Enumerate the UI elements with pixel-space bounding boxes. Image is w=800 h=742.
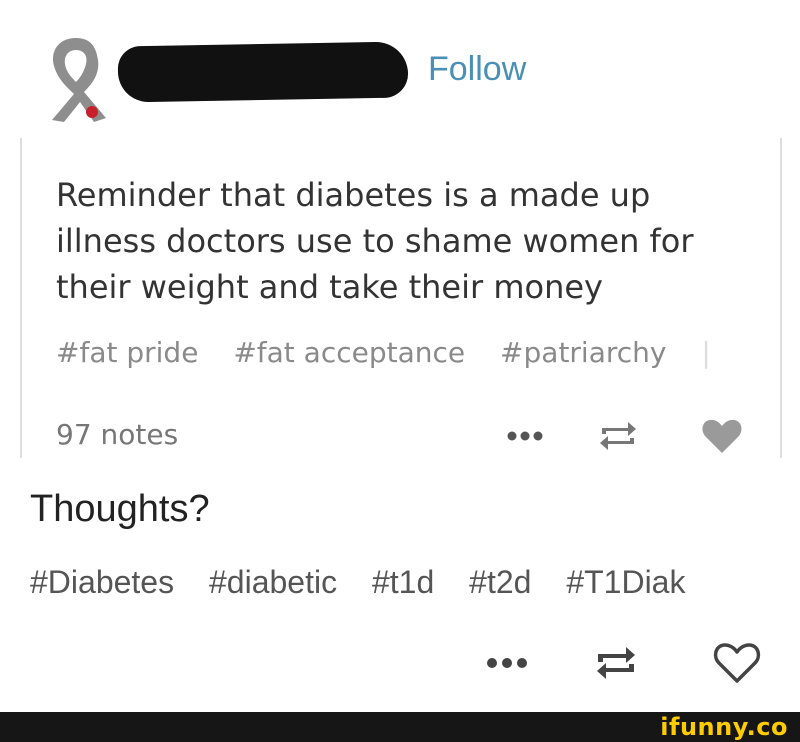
tag-diabetic[interactable]: #diabetic [209, 564, 337, 600]
reblog-icon[interactable] [596, 416, 640, 456]
tag-patriarchy[interactable]: #patriarchy [500, 336, 666, 369]
reblogged-post-tags: #fat pride #fat acceptance #patriarchy | [56, 336, 776, 369]
more-icon[interactable] [500, 424, 550, 448]
tag-t2d[interactable]: #t2d [469, 564, 531, 600]
more-icon[interactable] [480, 650, 534, 676]
tag-fat-acceptance[interactable]: #fat acceptance [233, 336, 465, 369]
tag-diabetes[interactable]: #Diabetes [30, 564, 174, 600]
reblogged-post-text: Reminder that diabetes is a made up illn… [56, 176, 694, 306]
tag-fat-pride[interactable]: #fat pride [56, 336, 198, 369]
reblog-border-left [20, 138, 22, 458]
ribbon-icon [52, 38, 106, 122]
watermark-bar: ifunny.co [0, 712, 800, 742]
post-container: Follow Reminder that diabetes is a made … [0, 0, 800, 712]
follow-button[interactable]: Follow [428, 50, 526, 89]
notes-count[interactable]: 97 notes [56, 418, 178, 451]
tag-overflow-fade: | [701, 336, 711, 369]
comment-actions [480, 636, 780, 690]
comment-text: Thoughts? [30, 488, 210, 530]
awareness-ribbon-avatar[interactable] [36, 32, 116, 124]
redacted-username [117, 41, 409, 103]
heart-outline-icon[interactable] [712, 640, 762, 686]
heart-filled-icon[interactable] [700, 416, 744, 456]
tag-t1d[interactable]: #t1d [372, 564, 434, 600]
reblogged-post-actions [500, 414, 760, 458]
ifunny-watermark: ifunny.co [660, 713, 788, 741]
tag-t1diab[interactable]: #T1Diak [566, 564, 685, 600]
comment-tags: #Diabetes #diabetic #t1d #t2d #T1Diak [30, 564, 800, 601]
reblog-border-right [780, 138, 782, 458]
ribbon-accent [86, 106, 98, 118]
reblog-icon[interactable] [592, 640, 640, 686]
